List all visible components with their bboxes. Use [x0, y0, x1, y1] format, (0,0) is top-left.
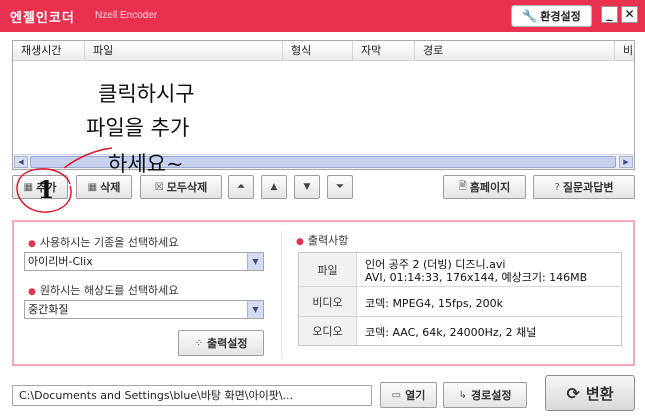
annotation-overlay: 1: [16, 147, 113, 213]
annotation-pointer: [63, 147, 113, 169]
annotation-number: 1: [38, 175, 55, 204]
